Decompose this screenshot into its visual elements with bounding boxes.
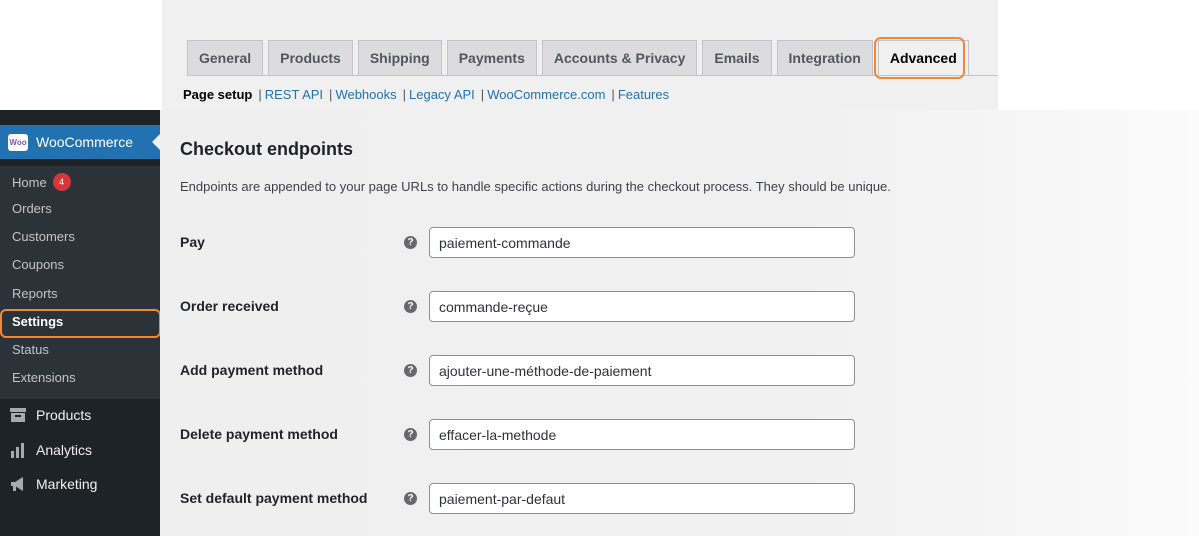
pay-endpoint-input[interactable] — [429, 227, 855, 258]
woocommerce-submenu: Home 4 Orders Customers Coupons Reports … — [0, 166, 160, 399]
home-notification-badge: 4 — [52, 173, 71, 191]
help-tip-icon[interactable]: ? — [404, 492, 417, 505]
sidebar-item-marketing[interactable]: Marketing — [8, 475, 97, 493]
help-tip-icon[interactable]: ? — [404, 300, 417, 313]
tab-integration[interactable]: Integration — [776, 40, 873, 75]
tab-general[interactable]: General — [187, 40, 264, 75]
add-payment-method-endpoint-input[interactable] — [429, 355, 855, 386]
admin-sidebar: Woo WooCommerce Home 4 Orders Customers … — [0, 110, 160, 536]
bar-chart-icon — [8, 441, 28, 459]
delete-payment-method-endpoint-input[interactable] — [429, 419, 855, 450]
help-tip-icon[interactable]: ? — [404, 428, 417, 441]
order-received-endpoint-input[interactable] — [429, 291, 855, 322]
settings-content — [160, 110, 1199, 536]
help-tip-icon[interactable]: ? — [404, 236, 417, 249]
megaphone-icon — [8, 475, 28, 493]
sidebar-item-woocommerce[interactable]: Woo WooCommerce — [0, 125, 160, 159]
subnav-legacy-api[interactable]: Legacy API — [409, 87, 475, 102]
tab-divider — [187, 75, 998, 76]
submenu-orders[interactable]: Orders — [12, 201, 52, 216]
sidebar-item-analytics[interactable]: Analytics — [8, 441, 92, 459]
tab-accounts-privacy[interactable]: Accounts & Privacy — [541, 40, 698, 75]
sidebar-item-products[interactable]: Products — [8, 406, 91, 424]
advanced-subnav: Page setup | REST API | Webhooks | Legac… — [183, 87, 670, 102]
archive-icon — [8, 406, 28, 424]
submenu-settings[interactable]: Settings — [12, 314, 63, 329]
submenu-home[interactable]: Home 4 — [12, 173, 71, 191]
sidebar-item-label: WooCommerce — [36, 134, 133, 150]
tab-payments[interactable]: Payments — [446, 40, 537, 75]
subnav-woocommerce-com[interactable]: WooCommerce.com — [487, 87, 605, 102]
section-description: Endpoints are appended to your page URLs… — [180, 179, 891, 194]
subnav-rest-api[interactable]: REST API — [265, 87, 323, 102]
submenu-status[interactable]: Status — [12, 342, 49, 357]
help-tip-icon[interactable]: ? — [404, 364, 417, 377]
field-label-add-payment-method: Add payment method — [180, 362, 324, 378]
field-label-order-received: Order received — [180, 298, 279, 314]
section-title: Checkout endpoints — [180, 139, 354, 159]
field-label-pay: Pay — [180, 234, 205, 250]
tab-emails[interactable]: Emails — [702, 40, 772, 75]
submenu-coupons[interactable]: Coupons — [12, 257, 64, 272]
settings-tab-row: General Products Shipping Payments Accou… — [187, 40, 969, 75]
submenu-reports[interactable]: Reports — [12, 286, 58, 301]
tab-products[interactable]: Products — [268, 40, 353, 75]
submenu-customers[interactable]: Customers — [12, 229, 75, 244]
submenu-extensions[interactable]: Extensions — [12, 370, 76, 385]
field-label-delete-payment-method: Delete payment method — [180, 426, 338, 442]
subnav-page-setup[interactable]: Page setup — [183, 87, 252, 102]
subnav-features[interactable]: Features — [618, 87, 669, 102]
subnav-webhooks[interactable]: Webhooks — [335, 87, 396, 102]
set-default-payment-method-endpoint-input[interactable] — [429, 483, 855, 514]
tab-advanced[interactable]: Advanced — [877, 40, 969, 75]
field-label-set-default-payment-method: Set default payment method — [180, 490, 368, 506]
current-menu-arrow-icon — [152, 134, 160, 150]
woocommerce-logo-icon: Woo — [8, 133, 28, 151]
tab-shipping[interactable]: Shipping — [357, 40, 442, 75]
